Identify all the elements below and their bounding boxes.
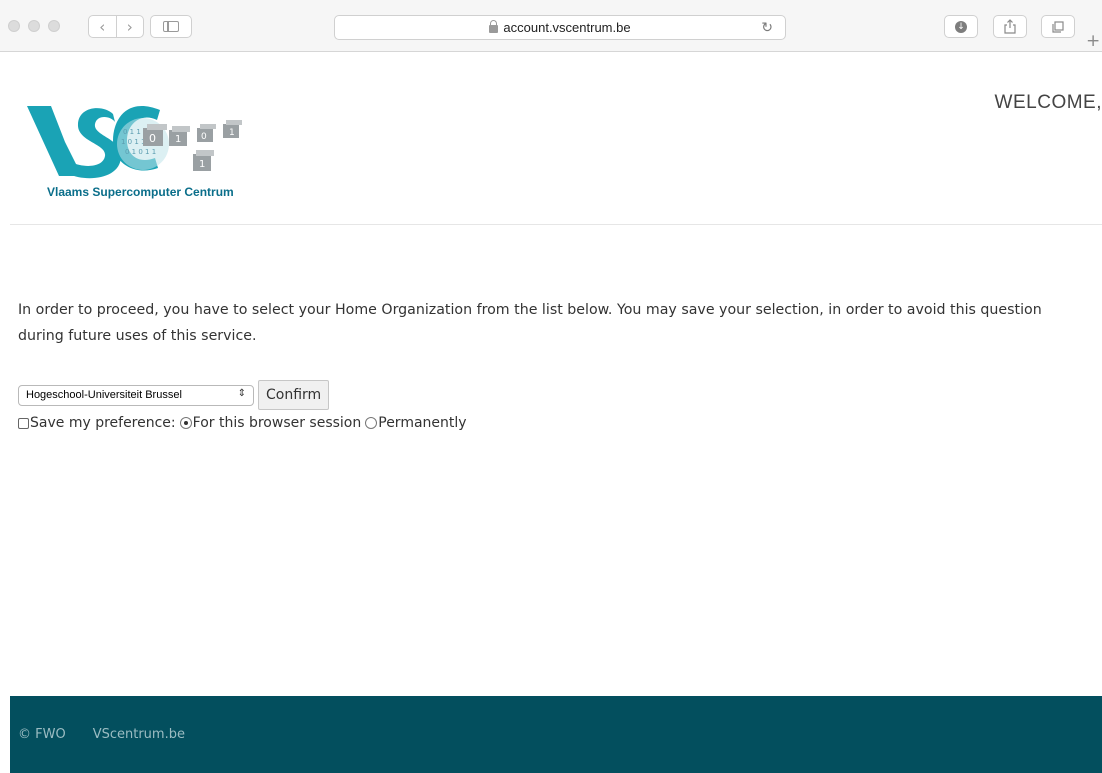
download-icon: ↓	[955, 20, 967, 33]
vsc-logo[interactable]: 0 1 1 0 1 1 0 1 1 0 1 0 1 0 1 1 0 1 0 1 …	[25, 84, 265, 204]
svg-text:1: 1	[229, 128, 235, 138]
organization-select-value: Hogeschool-Universiteit Brussel	[26, 389, 182, 401]
select-arrows-icon: ⇕	[237, 387, 246, 399]
new-tab-button[interactable]: +	[1086, 31, 1100, 51]
header-divider	[10, 224, 1102, 225]
organization-select[interactable]: Hogeschool-Universiteit Brussel ⇕	[18, 384, 254, 406]
confirm-button[interactable]: Confirm	[258, 380, 330, 410]
svg-text:1: 1	[199, 159, 205, 170]
sidebar-toggle-button[interactable]	[150, 15, 192, 38]
share-button[interactable]	[993, 15, 1027, 38]
session-radio-label: For this browser session	[192, 415, 362, 431]
minimize-window-button[interactable]	[28, 20, 40, 32]
footer-link[interactable]: VScentrum.be	[93, 727, 185, 742]
save-preference-label: Save my preference:	[30, 415, 176, 431]
share-icon	[1004, 19, 1016, 34]
organization-form: Hogeschool-Universiteit Brussel ⇕ Confir…	[18, 380, 330, 410]
save-preference-checkbox[interactable]	[18, 417, 29, 429]
back-button[interactable]: ‹	[89, 16, 117, 37]
browser-toolbar: ‹ › account.vscentrum.be ↻ ↓ +	[0, 0, 1102, 52]
svg-text:1: 1	[175, 134, 181, 145]
preference-row: Save my preference: For this browser ses…	[18, 415, 467, 431]
logo-letter-v	[27, 106, 77, 176]
permanent-radio[interactable]	[365, 417, 378, 429]
footer-copyright: © FWO	[18, 727, 66, 742]
tabs-overview-button[interactable]	[1041, 15, 1075, 38]
page-footer: © FWO VScentrum.be	[10, 696, 1102, 773]
logo-text: Vlaams Supercomputer Centrum	[47, 185, 234, 199]
session-radio[interactable]	[179, 417, 192, 429]
close-window-button[interactable]	[8, 20, 20, 32]
svg-text:0 1 0 1 1: 0 1 0 1 1	[125, 148, 156, 156]
lock-icon	[489, 19, 499, 33]
sidebar-icon	[163, 21, 179, 32]
address-bar[interactable]: account.vscentrum.be ↻	[334, 15, 786, 40]
forward-button[interactable]: ›	[117, 16, 144, 37]
svg-text:0: 0	[149, 132, 156, 145]
tabs-icon	[1052, 20, 1064, 33]
zoom-window-button[interactable]	[48, 20, 60, 32]
permanent-radio-label: Permanently	[378, 415, 467, 431]
navigation-buttons: ‹ ›	[88, 15, 144, 38]
address-url: account.vscentrum.be	[503, 20, 631, 35]
intro-text: In order to proceed, you have to select …	[18, 302, 1042, 344]
downloads-button[interactable]: ↓	[944, 15, 978, 38]
reload-icon[interactable]: ↻	[761, 19, 773, 36]
svg-text:0: 0	[201, 132, 207, 142]
welcome-text: WELCOME,	[994, 92, 1102, 113]
